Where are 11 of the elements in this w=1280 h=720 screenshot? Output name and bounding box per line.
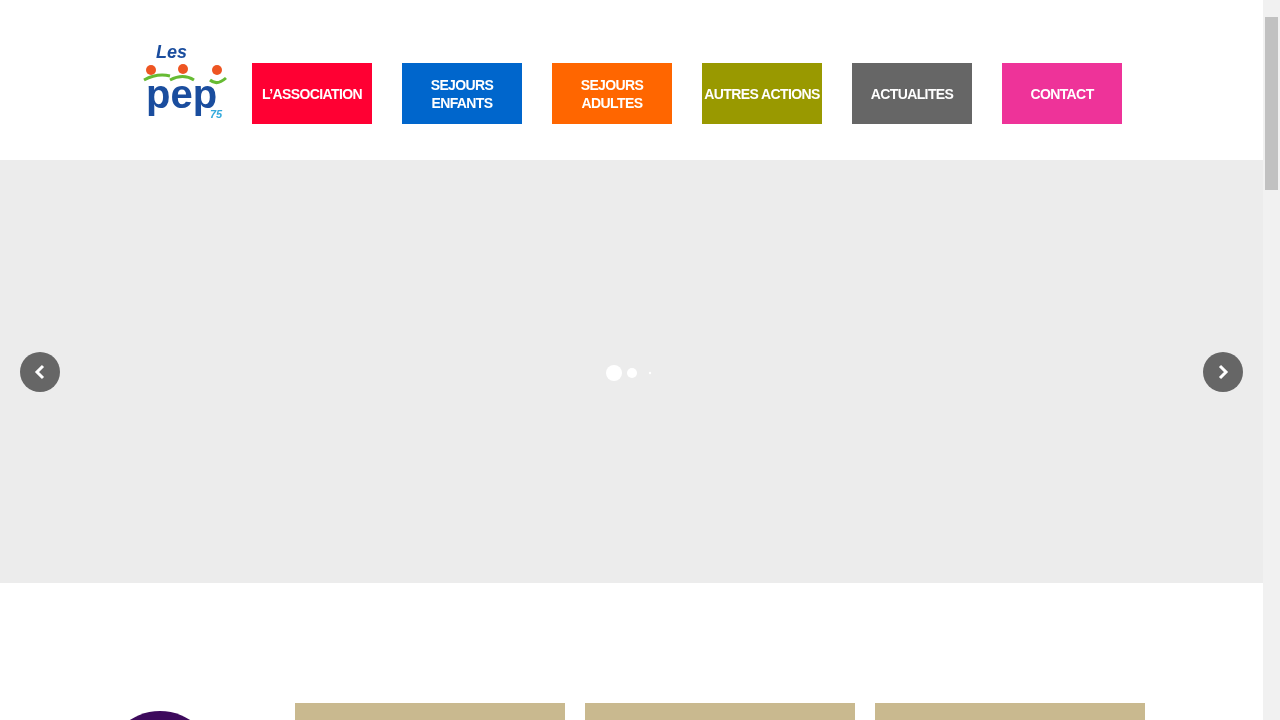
menu-button[interactable]: SEJOURS ENFANTS bbox=[402, 63, 522, 124]
menu-button[interactable]: SEJOURS ADULTES bbox=[552, 63, 672, 124]
chevron-left-icon bbox=[34, 364, 46, 380]
menu-button[interactable]: AUTRES ACTIONS bbox=[702, 63, 822, 124]
next-button[interactable] bbox=[1203, 352, 1243, 392]
chevron-right-icon bbox=[1217, 364, 1229, 380]
menu-button[interactable]: CONTACT bbox=[1002, 63, 1122, 124]
previous-button[interactable] bbox=[20, 352, 60, 392]
menu-button[interactable]: L’ASSOCIATION bbox=[252, 63, 372, 124]
menu-button[interactable]: ACTUALITES bbox=[852, 63, 972, 124]
scrollbar[interactable] bbox=[1263, 0, 1280, 720]
